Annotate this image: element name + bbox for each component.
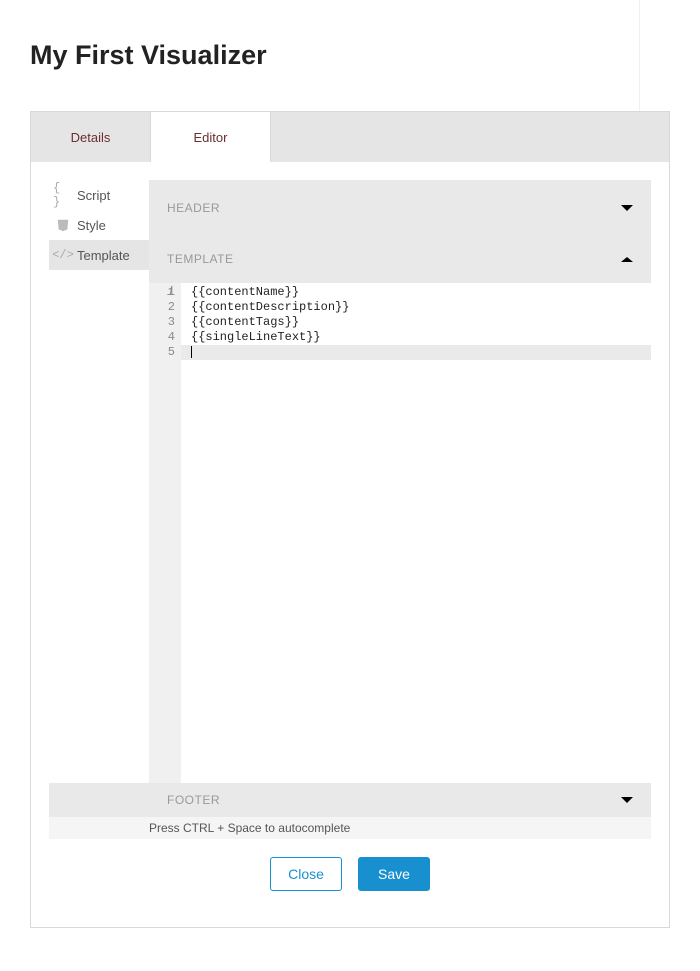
code-line: {{contentDescription}} [191, 300, 651, 315]
sidebar-item-label: Style [77, 218, 106, 233]
sidebar-item-script[interactable]: { } Script [49, 180, 149, 210]
line-number: 2 [149, 300, 181, 315]
chevron-down-icon [621, 205, 633, 211]
section-header[interactable]: HEADER [149, 180, 651, 235]
sidebar-item-style[interactable]: Style [49, 210, 149, 240]
chevron-down-icon [621, 797, 633, 803]
section-template-label: TEMPLATE [167, 252, 233, 266]
save-button[interactable]: Save [358, 857, 430, 891]
code-line: {{contentTags}} [191, 315, 651, 330]
page-title: My First Visualizer [30, 40, 609, 71]
autocomplete-hint: Press CTRL + Space to autocomplete [49, 817, 651, 839]
code-line [181, 345, 651, 360]
code-editor[interactable]: i 1 2 3 4 5 {{contentName}} {{contentDes… [149, 283, 651, 783]
braces-icon: { } [53, 181, 73, 209]
tab-editor[interactable]: Editor [151, 112, 271, 162]
tab-bar: Details Editor [31, 112, 669, 162]
line-number: 1 [149, 285, 181, 300]
editor-sidebar: { } Script Style </> Template [49, 180, 149, 783]
save-button-label: Save [378, 866, 410, 882]
line-number: 5 [149, 345, 181, 360]
section-template[interactable]: TEMPLATE [149, 235, 651, 283]
line-number: 3 [149, 315, 181, 330]
code-content[interactable]: {{contentName}} {{contentDescription}} {… [181, 283, 651, 783]
sidebar-item-label: Script [77, 188, 110, 203]
sidebar-item-template[interactable]: </> Template [49, 240, 149, 270]
tab-editor-label: Editor [194, 130, 228, 145]
info-icon: i [167, 285, 174, 299]
line-number: 4 [149, 330, 181, 345]
chevron-up-icon [621, 257, 633, 262]
tab-details[interactable]: Details [31, 112, 151, 162]
code-icon: </> [53, 248, 73, 262]
close-button-label: Close [288, 866, 324, 882]
section-footer-label: FOOTER [167, 793, 220, 807]
close-button[interactable]: Close [270, 857, 342, 891]
section-header-label: HEADER [167, 201, 220, 215]
editor-panel: Details Editor { } Script Style </> [30, 111, 670, 928]
text-cursor [191, 346, 192, 358]
code-line: {{singleLineText}} [191, 330, 651, 345]
button-bar: Close Save [49, 839, 651, 909]
tab-details-label: Details [71, 130, 111, 145]
code-line: {{contentName}} [191, 285, 651, 300]
css-icon [53, 218, 73, 232]
section-footer[interactable]: FOOTER [49, 783, 651, 817]
sidebar-item-label: Template [77, 248, 130, 263]
code-gutter: i 1 2 3 4 5 [149, 283, 181, 783]
